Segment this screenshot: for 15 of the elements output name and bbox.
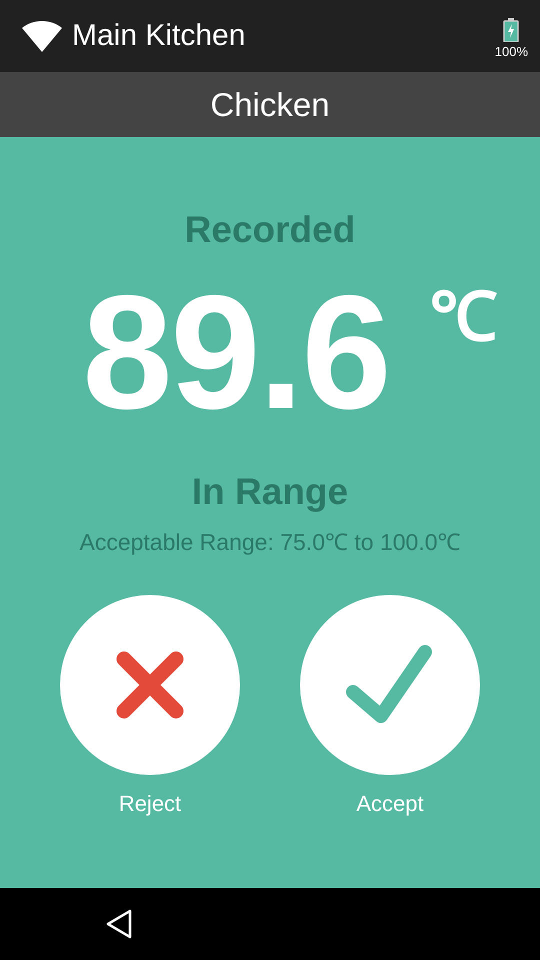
recorded-label: Recorded [184, 209, 356, 251]
action-label: Accept [356, 791, 424, 817]
acceptable-range: Acceptable Range: 75.0℃ to 100.0℃ [79, 528, 461, 557]
wifi-icon [22, 20, 62, 52]
battery-icon [503, 18, 520, 42]
temperature-value: 89.6 [82, 273, 390, 433]
back-icon[interactable] [106, 909, 132, 939]
battery-percent: 100% [494, 44, 528, 58]
close-icon [114, 649, 186, 721]
checkmark-icon [345, 644, 435, 726]
action-label: Reject [118, 791, 182, 817]
network-name: Main Kitchen [72, 19, 246, 53]
page-title: Chicken [210, 86, 330, 124]
range-status: In Range [192, 471, 348, 513]
temperature-unit: ℃ [430, 283, 498, 351]
